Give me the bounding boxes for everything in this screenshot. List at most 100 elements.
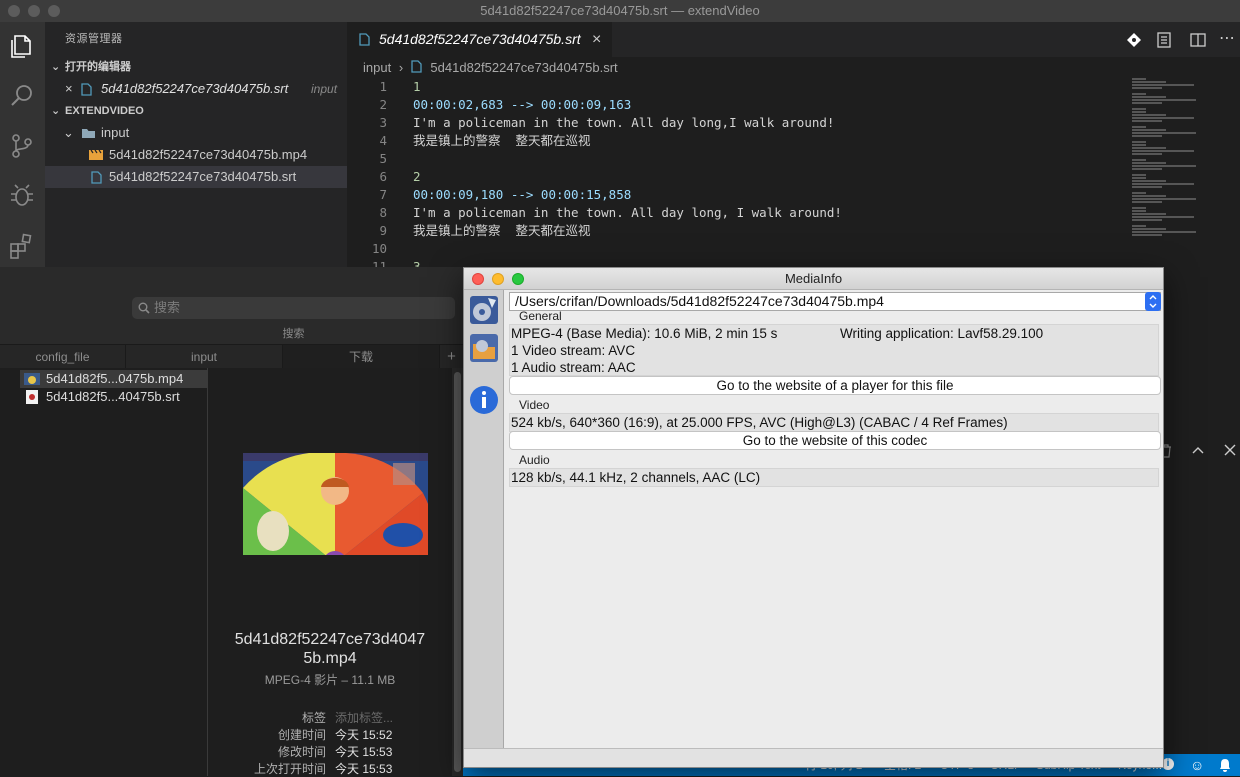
breadcrumb-file[interactable]: 5d41d82f52247ce73d40475b.srt bbox=[430, 60, 617, 75]
minimap-line bbox=[1132, 213, 1166, 215]
breadcrumb-folder[interactable]: input bbox=[363, 60, 391, 75]
mediainfo-toolbar bbox=[464, 290, 504, 748]
meta-value: 今天 15:53 bbox=[335, 762, 393, 776]
file-item-srt[interactable]: 5d41d82f52247ce73d40475b.srt bbox=[45, 166, 347, 188]
minimap-line bbox=[1132, 162, 1166, 164]
explorer-icon[interactable] bbox=[8, 32, 36, 60]
folder-input[interactable]: ⌄ input bbox=[45, 122, 347, 144]
minimap-line bbox=[1132, 132, 1196, 134]
finder-window: 搜索 搜索 config_file input 下载 + 5d41d82f5..… bbox=[0, 267, 463, 776]
file-path-select[interactable]: /Users/crifan/Downloads/5d41d82f52247ce7… bbox=[509, 292, 1161, 311]
minimap-line bbox=[1132, 129, 1166, 131]
video-thumbnail-icon bbox=[24, 373, 40, 385]
scrollbar[interactable] bbox=[452, 368, 463, 776]
more-actions-icon[interactable]: ⋯ bbox=[1219, 28, 1235, 48]
search-label: 搜索 bbox=[282, 328, 305, 340]
source-control-icon[interactable] bbox=[8, 132, 36, 160]
git-compare-icon[interactable] bbox=[1126, 32, 1142, 48]
split-editor-icon[interactable] bbox=[1190, 32, 1206, 48]
zoom-button[interactable] bbox=[512, 273, 524, 285]
minimap-line bbox=[1132, 99, 1196, 101]
debug-icon[interactable] bbox=[8, 182, 36, 210]
search-input[interactable]: 搜索 bbox=[132, 297, 455, 319]
line-text: I'm a policeman in the town. All day lon… bbox=[413, 205, 842, 220]
file-item-mp4[interactable]: 5d41d82f52247ce73d40475b.mp4 bbox=[45, 144, 347, 166]
tab-srt[interactable]: 5d41d82f52247ce73d40475b.srt × bbox=[347, 22, 612, 57]
general-format: MPEG-4 (Base Media): 10.6 MiB, 2 min 15 … bbox=[511, 326, 778, 341]
close-icon[interactable] bbox=[1224, 444, 1236, 456]
minimap-line bbox=[1132, 216, 1194, 218]
feedback-smiley-icon[interactable]: ☺ bbox=[1190, 754, 1204, 776]
search-icon[interactable] bbox=[8, 82, 36, 110]
minimap-line bbox=[1132, 135, 1162, 137]
minimap-line bbox=[1132, 183, 1194, 185]
chevron-up-icon[interactable] bbox=[1192, 446, 1204, 454]
extensions-icon[interactable] bbox=[8, 232, 36, 260]
minimap-line bbox=[1132, 96, 1166, 98]
minimap-line bbox=[1132, 168, 1162, 170]
minimap-line bbox=[1132, 126, 1146, 128]
list-item[interactable]: 5d41d82f5...40475b.srt bbox=[20, 388, 208, 406]
minimap-line bbox=[1132, 219, 1162, 221]
minimap-line bbox=[1132, 120, 1162, 122]
select-arrows-icon[interactable] bbox=[1145, 292, 1161, 311]
folder-icon bbox=[82, 129, 95, 138]
scroll-thumb[interactable] bbox=[454, 372, 461, 772]
meta-label: 上次打开时间 bbox=[253, 762, 326, 776]
video-thumbnail[interactable] bbox=[243, 453, 428, 555]
chevron-down-icon: ⌄ bbox=[51, 105, 61, 117]
codec-website-button[interactable]: Go to the website of this codec bbox=[509, 431, 1161, 450]
tab-input[interactable]: input bbox=[126, 345, 283, 369]
video-stream-count: 1 Video stream: AVC bbox=[511, 343, 636, 358]
list-item[interactable]: 5d41d82f5...0475b.mp4 bbox=[20, 370, 208, 388]
minimap-line bbox=[1132, 153, 1162, 155]
minimap-line bbox=[1132, 201, 1162, 203]
file-icon bbox=[411, 60, 422, 73]
open-folder-icon[interactable] bbox=[468, 332, 500, 364]
close-icon[interactable]: × bbox=[65, 78, 73, 100]
add-tag-input[interactable]: 添加标签... bbox=[335, 709, 393, 726]
close-button[interactable] bbox=[472, 273, 484, 285]
minimap[interactable] bbox=[1132, 78, 1202, 238]
minimap-line bbox=[1132, 231, 1196, 233]
tab-config-file[interactable]: config_file bbox=[0, 345, 126, 369]
open-editors-section[interactable]: ⌄ 打开的编辑器 bbox=[45, 56, 347, 78]
zoom-dot[interactable] bbox=[48, 5, 60, 17]
file-list: 5d41d82f5...0475b.mp4 5d41d82f5...40475b… bbox=[0, 368, 208, 776]
minimap-line bbox=[1132, 174, 1146, 176]
preview-file-name: 5d41d82f52247ce73d4047 5b.mp4 bbox=[234, 631, 426, 667]
minimap-line bbox=[1132, 117, 1194, 119]
minimap-line bbox=[1132, 192, 1146, 194]
chevron-down-icon: ⌄ bbox=[63, 125, 74, 140]
line-text: 2 bbox=[413, 169, 421, 184]
workspace-section[interactable]: ⌄ EXTENDVIDEO bbox=[45, 100, 347, 122]
minimap-line bbox=[1132, 114, 1166, 116]
activity-bar bbox=[0, 22, 45, 267]
line-text: 00:00:02,683 --> 00:00:09,163 bbox=[413, 97, 632, 112]
minimize-button[interactable] bbox=[492, 273, 504, 285]
close-icon[interactable]: × bbox=[592, 22, 601, 57]
open-file-icon[interactable] bbox=[468, 294, 500, 326]
about-info-icon[interactable] bbox=[468, 384, 500, 416]
close-dot[interactable] bbox=[8, 5, 20, 17]
open-editor-item[interactable]: × 5d41d82f52247ce73d40475b.srt input bbox=[45, 78, 347, 100]
minimize-dot[interactable] bbox=[28, 5, 40, 17]
line-number: 8 bbox=[379, 205, 387, 220]
mediainfo-title: MediaInfo bbox=[784, 271, 843, 286]
general-section-label: General bbox=[519, 309, 562, 323]
player-website-button[interactable]: Go to the website of a player for this f… bbox=[509, 376, 1161, 395]
panel-controls bbox=[1160, 440, 1240, 464]
preview-kind-size: MPEG-4 影片 – 11.1 MB bbox=[264, 673, 396, 687]
open-preview-icon[interactable] bbox=[1157, 32, 1171, 48]
add-tab-button[interactable]: + bbox=[440, 345, 463, 369]
writing-application: Writing application: Lavf58.29.100 bbox=[840, 326, 1044, 341]
line-number: 7 bbox=[379, 187, 387, 202]
tab-downloads[interactable]: 下载 bbox=[283, 345, 440, 369]
search-icon bbox=[138, 302, 150, 314]
bell-icon[interactable] bbox=[1219, 758, 1231, 772]
minimap-line bbox=[1132, 147, 1166, 149]
meta-value: 今天 15:53 bbox=[335, 745, 393, 759]
line-number: 1 bbox=[379, 79, 387, 94]
line-number: 5 bbox=[379, 151, 387, 166]
window-title: 5d41d82f52247ce73d40475b.srt — extendVid… bbox=[480, 3, 760, 18]
